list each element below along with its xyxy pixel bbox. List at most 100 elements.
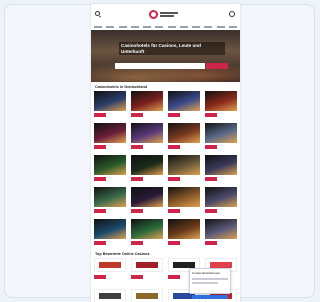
hotel-details-button[interactable] bbox=[168, 145, 180, 149]
partner-card[interactable] bbox=[131, 258, 163, 286]
hotel-details-button[interactable] bbox=[168, 177, 180, 181]
hotel-image[interactable] bbox=[168, 123, 200, 143]
hotel-image[interactable] bbox=[168, 91, 200, 111]
hotel-card[interactable] bbox=[131, 123, 163, 153]
hotel-details-button[interactable] bbox=[131, 209, 143, 213]
nav-item[interactable] bbox=[106, 26, 115, 28]
hero-search-button[interactable] bbox=[206, 63, 228, 69]
hotel-image[interactable] bbox=[131, 187, 163, 207]
hotel-card[interactable] bbox=[131, 187, 163, 217]
hotel-card[interactable] bbox=[205, 155, 237, 185]
hotel-image[interactable] bbox=[94, 155, 126, 175]
hotel-card[interactable] bbox=[205, 123, 237, 153]
hotel-card[interactable] bbox=[168, 187, 200, 217]
hotel-details-button[interactable] bbox=[168, 241, 180, 245]
partner-logo[interactable] bbox=[94, 258, 126, 272]
hotel-image[interactable] bbox=[205, 155, 237, 175]
logo-mark bbox=[149, 10, 158, 19]
section-title-hotels: Casinohotels in Deutschland bbox=[95, 85, 148, 89]
hotel-card[interactable] bbox=[94, 187, 126, 217]
hotel-card[interactable] bbox=[94, 91, 126, 121]
hotel-card[interactable] bbox=[168, 123, 200, 153]
hotel-details-button[interactable] bbox=[94, 209, 106, 213]
website-preview: Casinohotels für Casinos, Leute und Unte… bbox=[91, 4, 240, 302]
hotel-card[interactable] bbox=[205, 219, 237, 249]
hotel-details-button[interactable] bbox=[205, 145, 217, 149]
nav-item[interactable] bbox=[216, 26, 225, 28]
hotel-image[interactable] bbox=[168, 219, 200, 239]
section-title-partners: Top Bewertete Online Casinos bbox=[95, 252, 150, 256]
hotel-image[interactable] bbox=[94, 187, 126, 207]
hotel-card[interactable] bbox=[131, 91, 163, 121]
nav-item[interactable] bbox=[143, 26, 152, 28]
hotel-card[interactable] bbox=[94, 219, 126, 249]
hotel-card[interactable] bbox=[205, 91, 237, 121]
partner-logo[interactable] bbox=[131, 289, 163, 302]
popup-text-line bbox=[192, 282, 218, 284]
nav-item[interactable] bbox=[228, 26, 237, 28]
hero-search-input[interactable] bbox=[115, 63, 205, 69]
hotel-image[interactable] bbox=[205, 187, 237, 207]
popup-accept-button[interactable] bbox=[192, 295, 228, 299]
partner-visit-button[interactable] bbox=[131, 275, 143, 279]
globe-icon[interactable] bbox=[229, 11, 235, 17]
hotel-details-button[interactable] bbox=[205, 177, 217, 181]
hotel-details-button[interactable] bbox=[205, 241, 217, 245]
nav-item[interactable] bbox=[167, 26, 176, 28]
hotel-image[interactable] bbox=[94, 91, 126, 111]
hotel-card[interactable] bbox=[168, 155, 200, 185]
cookie-popup: Cookie-Einstellungen bbox=[189, 268, 231, 299]
hotel-image[interactable] bbox=[131, 91, 163, 111]
nav-item[interactable] bbox=[130, 26, 139, 28]
hotel-details-button[interactable] bbox=[131, 241, 143, 245]
hotel-image[interactable] bbox=[205, 91, 237, 111]
site-logo[interactable] bbox=[149, 8, 183, 21]
search-icon[interactable] bbox=[95, 11, 100, 16]
hotel-grid bbox=[91, 91, 240, 249]
popup-text-line bbox=[192, 278, 228, 280]
hotel-image[interactable] bbox=[131, 219, 163, 239]
hotel-details-button[interactable] bbox=[205, 209, 217, 213]
hotel-image[interactable] bbox=[94, 219, 126, 239]
hotel-card[interactable] bbox=[131, 155, 163, 185]
hotel-details-button[interactable] bbox=[131, 113, 143, 117]
hotel-image[interactable] bbox=[205, 219, 237, 239]
hotel-card[interactable] bbox=[131, 219, 163, 249]
hotel-details-button[interactable] bbox=[168, 113, 180, 117]
partner-logo[interactable] bbox=[94, 289, 126, 302]
partner-logo-mark bbox=[99, 293, 121, 299]
hotel-details-button[interactable] bbox=[94, 145, 106, 149]
nav-item[interactable] bbox=[204, 26, 213, 28]
hotel-details-button[interactable] bbox=[131, 145, 143, 149]
hotel-image[interactable] bbox=[205, 123, 237, 143]
partner-visit-button[interactable] bbox=[94, 275, 106, 279]
hotel-image[interactable] bbox=[131, 155, 163, 175]
hotel-image[interactable] bbox=[94, 123, 126, 143]
nav-item[interactable] bbox=[192, 26, 201, 28]
hotel-details-button[interactable] bbox=[94, 177, 106, 181]
hotel-details-button[interactable] bbox=[94, 113, 106, 117]
hotel-card[interactable] bbox=[168, 91, 200, 121]
partner-logo[interactable] bbox=[131, 258, 163, 272]
hotel-details-button[interactable] bbox=[131, 177, 143, 181]
partner-card[interactable] bbox=[94, 289, 126, 302]
partner-card[interactable] bbox=[94, 258, 126, 286]
hotel-card[interactable] bbox=[94, 155, 126, 185]
hotel-image[interactable] bbox=[168, 187, 200, 207]
hotel-card[interactable] bbox=[94, 123, 126, 153]
hotel-card[interactable] bbox=[205, 187, 237, 217]
hotel-details-button[interactable] bbox=[94, 241, 106, 245]
hotel-image[interactable] bbox=[131, 123, 163, 143]
logo-wordmark bbox=[160, 12, 178, 17]
hotel-details-button[interactable] bbox=[168, 209, 180, 213]
nav-item[interactable] bbox=[179, 26, 188, 28]
hotel-card[interactable] bbox=[168, 219, 200, 249]
nav-item[interactable] bbox=[118, 26, 127, 28]
hotel-details-button[interactable] bbox=[205, 113, 217, 117]
nav-item[interactable] bbox=[94, 26, 102, 28]
popup-title: Cookie-Einstellungen bbox=[192, 271, 221, 275]
partner-card[interactable] bbox=[131, 289, 163, 302]
hotel-image[interactable] bbox=[168, 155, 200, 175]
nav-item[interactable] bbox=[155, 26, 164, 28]
partner-visit-button[interactable] bbox=[168, 275, 180, 279]
